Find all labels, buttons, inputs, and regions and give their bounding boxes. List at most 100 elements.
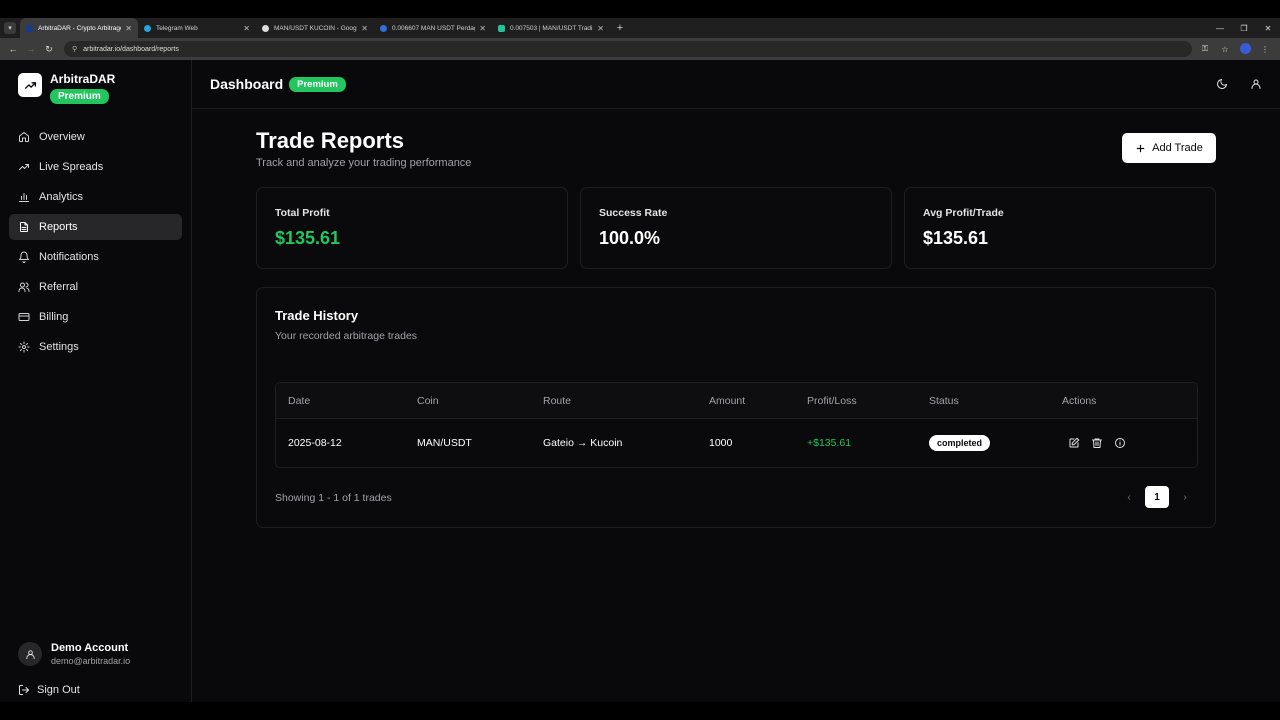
close-icon[interactable]: ✕ xyxy=(361,24,368,33)
sidebar-item-overview[interactable]: Overview xyxy=(9,124,182,150)
sign-out-button[interactable]: Sign Out xyxy=(18,684,80,696)
table-row: 2025-08-12 MAN/USDT Gateio → Kucoin 1000… xyxy=(276,419,1197,467)
browser-tab[interactable]: MAN/USDT KUCOIN - Google ✕ xyxy=(256,18,374,38)
stat-card-avg-profit: Avg Profit/Trade $135.61 xyxy=(904,187,1216,269)
edit-icon[interactable] xyxy=(1068,437,1080,449)
sidebar-item-referral[interactable]: Referral xyxy=(9,274,182,300)
browser-tab-bar: ▾ ArbitraDAR - Crypto Arbitrage ✕ Telegr… xyxy=(0,18,1280,38)
browser-tab[interactable]: 0.007503 | MAN/USDT Trading ✕ xyxy=(492,18,610,38)
plus-icon xyxy=(1136,144,1145,152)
close-icon[interactable]: ✕ xyxy=(243,24,250,33)
forward-icon[interactable]: → xyxy=(22,44,40,54)
user-account[interactable]: Demo Account demo@arbitradar.io xyxy=(0,642,191,666)
sign-out-label: Sign Out xyxy=(37,684,80,696)
info-icon[interactable] xyxy=(1114,437,1126,449)
window-controls: — ❐ ✕ xyxy=(1208,18,1280,38)
close-window-icon[interactable]: ✕ xyxy=(1256,24,1280,33)
close-icon[interactable]: ✕ xyxy=(125,24,132,33)
address-bar[interactable]: ⚲ arbitradar.io/dashboard/reports xyxy=(64,41,1192,57)
brand-name: ArbitraDAR xyxy=(50,72,116,86)
chevron-left-icon[interactable]: ‹ xyxy=(1117,486,1141,508)
bar-chart-icon xyxy=(19,193,29,202)
topbar-title: Dashboard xyxy=(210,76,284,92)
column-header: Actions xyxy=(1062,394,1097,407)
browser-tab[interactable]: 0.006607 MAN USDT Perdagan ✕ xyxy=(374,18,492,38)
profile-icon[interactable] xyxy=(1238,42,1252,56)
cell-actions xyxy=(1050,437,1197,449)
page-button[interactable]: 1 xyxy=(1145,486,1169,508)
history-title: Trade History xyxy=(275,308,359,323)
stat-label: Total Profit xyxy=(275,207,330,219)
column-header: Amount xyxy=(709,394,746,407)
cell-status: completed xyxy=(917,435,1050,451)
close-icon[interactable]: ✕ xyxy=(479,24,486,33)
browser-tab[interactable]: Telegram Web ✕ xyxy=(138,18,256,38)
add-trade-button[interactable]: Add Trade xyxy=(1122,133,1216,163)
credit-card-icon xyxy=(18,313,30,321)
history-subtitle: Your recorded arbitrage trades xyxy=(275,330,418,342)
bookmark-star-icon[interactable]: ☆ xyxy=(1218,45,1232,54)
stat-card-total-profit: Total Profit $135.61 xyxy=(256,187,568,269)
tab-search-button[interactable]: ▾ xyxy=(0,18,20,38)
moon-icon[interactable] xyxy=(1216,78,1228,90)
column-header: Status xyxy=(929,394,959,407)
column-header: Route xyxy=(543,394,572,407)
trending-up-icon xyxy=(19,164,29,170)
sidebar-item-label: Notifications xyxy=(39,251,99,263)
restore-icon[interactable]: ❐ xyxy=(1232,24,1256,33)
topbar: Dashboard Premium xyxy=(192,60,1280,109)
user-email: demo@arbitradar.io xyxy=(51,656,131,666)
sidebar-item-settings[interactable]: Settings xyxy=(9,334,182,360)
trash-icon[interactable] xyxy=(1091,437,1103,449)
sidebar-item-notifications[interactable]: Notifications xyxy=(9,244,182,270)
sidebar-item-label: Analytics xyxy=(39,191,84,203)
trade-history-card: Trade History Your recorded arbitrage tr… xyxy=(256,287,1216,528)
stat-label: Avg Profit/Trade xyxy=(923,207,1004,219)
menu-icon[interactable]: ⋮ xyxy=(1258,45,1272,54)
sidebar-item-label: Overview xyxy=(39,131,85,143)
users-icon xyxy=(18,282,30,292)
stat-value: 100.0% xyxy=(599,228,661,248)
sidebar-item-billing[interactable]: Billing xyxy=(9,304,182,330)
avatar xyxy=(18,642,42,666)
table-header: Date Coin Route Amount Profit/Loss Statu… xyxy=(276,383,1197,419)
gear-icon xyxy=(18,341,30,353)
favicon-icon xyxy=(144,24,151,32)
favicon-icon xyxy=(498,24,505,32)
user-icon[interactable] xyxy=(1250,78,1262,90)
sidebar-item-label: Settings xyxy=(39,341,79,353)
pagination-summary: Showing 1 - 1 of 1 trades xyxy=(275,492,392,504)
cell-route: Gateio → Kucoin xyxy=(543,437,623,449)
app: ArbitraDAR Premium Overview Live Spreads… xyxy=(0,60,1280,702)
chevron-right-icon[interactable]: › xyxy=(1173,486,1197,508)
password-key-icon[interactable]: ⚿ xyxy=(1198,44,1212,54)
sidebar: ArbitraDAR Premium Overview Live Spreads… xyxy=(0,60,192,702)
premium-badge: Premium xyxy=(50,89,109,104)
file-text-icon xyxy=(20,222,28,232)
reports-content: Trade Reports Track and analyze your tra… xyxy=(256,128,1216,528)
sidebar-item-label: Live Spreads xyxy=(39,161,104,173)
tab-title: Telegram Web xyxy=(156,24,198,32)
new-tab-button[interactable]: + xyxy=(610,18,630,38)
bell-icon xyxy=(19,251,29,263)
sidebar-item-live-spreads[interactable]: Live Spreads xyxy=(9,154,182,180)
page-subtitle: Track and analyze your trading performan… xyxy=(256,157,472,169)
url-text: arbitradar.io/dashboard/reports xyxy=(83,45,179,53)
pagination: ‹ 1 › xyxy=(1117,486,1197,508)
site-info-icon[interactable]: ⚲ xyxy=(72,45,77,53)
sidebar-item-analytics[interactable]: Analytics xyxy=(9,184,182,210)
cell-profit-loss: +$135.61 xyxy=(807,437,852,449)
brand[interactable]: ArbitraDAR Premium xyxy=(0,60,191,116)
close-icon[interactable]: ✕ xyxy=(597,24,604,33)
sidebar-item-reports[interactable]: Reports xyxy=(9,214,182,240)
sidebar-item-label: Billing xyxy=(39,311,69,323)
tab-title: 0.007503 | MAN/USDT Trading xyxy=(510,24,594,32)
minimize-icon[interactable]: — xyxy=(1208,24,1232,33)
reload-icon[interactable]: ↻ xyxy=(40,44,58,55)
browser-tab[interactable]: ArbitraDAR - Crypto Arbitrage ✕ xyxy=(20,18,138,38)
tab-title: MAN/USDT KUCOIN - Google xyxy=(274,24,358,32)
toolbar-icons: ⚿ ☆ ⋮ xyxy=(1198,42,1276,56)
trending-up-logo-icon xyxy=(18,73,42,97)
favicon-icon xyxy=(26,24,33,32)
back-icon[interactable]: ← xyxy=(4,44,22,54)
